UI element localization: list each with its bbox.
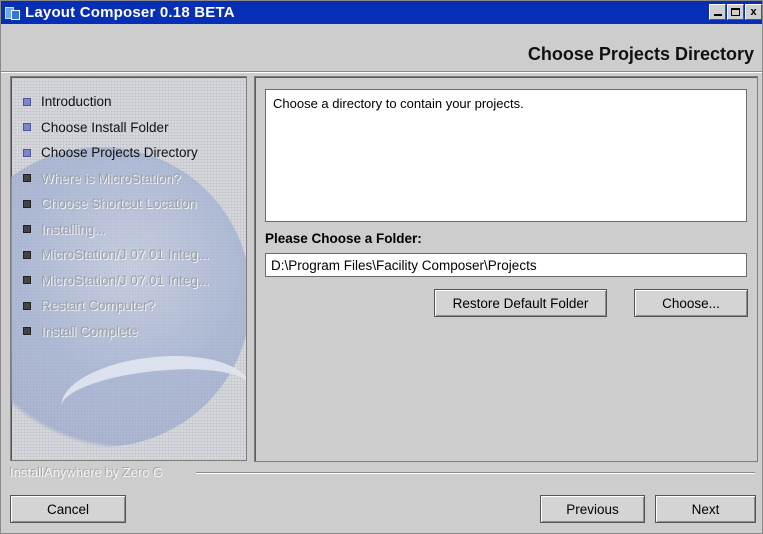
window-controls: x bbox=[709, 4, 762, 20]
step-item: Restart Computer? bbox=[23, 293, 209, 319]
step-label: Install Complete bbox=[41, 323, 138, 339]
window-title: Layout Composer 0.18 BETA bbox=[25, 4, 235, 21]
step-item: Installing... bbox=[23, 217, 209, 243]
maximize-button[interactable] bbox=[727, 4, 744, 20]
step-label: Choose Projects Directory bbox=[41, 145, 198, 161]
step-label: Installing... bbox=[41, 221, 106, 237]
previous-button[interactable]: Previous bbox=[540, 495, 645, 523]
step-bullet-icon bbox=[23, 148, 31, 157]
step-item: Choose Projects Directory bbox=[23, 140, 209, 166]
step-bullet-icon bbox=[23, 97, 31, 106]
step-label: Where is MicroStation? bbox=[41, 170, 181, 186]
step-item: MicroStation/J 07.01 Integ... bbox=[23, 268, 209, 294]
app-icon bbox=[5, 5, 21, 21]
step-label: Choose Install Folder bbox=[41, 119, 169, 135]
choose-folder-button[interactable]: Choose... bbox=[634, 289, 748, 317]
steps-sidebar: Introduction Choose Install Folder Choose … bbox=[10, 76, 247, 461]
description-text: Choose a directory to contain your proje… bbox=[273, 96, 524, 111]
close-button[interactable]: x bbox=[745, 4, 762, 20]
footer-divider bbox=[196, 472, 755, 474]
steps-list: Introduction Choose Install Folder Choose … bbox=[23, 89, 209, 344]
step-item: Install Complete bbox=[23, 319, 209, 345]
description-box: Choose a directory to contain your proje… bbox=[265, 89, 747, 222]
folder-label: Please Choose a Folder: bbox=[265, 231, 422, 246]
maximize-icon bbox=[731, 8, 740, 16]
restore-default-folder-button[interactable]: Restore Default Folder bbox=[434, 289, 607, 317]
step-bullet-icon bbox=[23, 250, 31, 259]
step-label: Introduction bbox=[41, 94, 112, 110]
step-bullet-icon bbox=[23, 301, 31, 310]
step-label: Choose Shortcut Location bbox=[41, 196, 197, 212]
main-content: Choose a directory to contain your proje… bbox=[254, 76, 758, 462]
step-item: Introduction bbox=[23, 89, 209, 115]
cancel-button[interactable]: Cancel bbox=[10, 495, 126, 523]
step-bullet-icon bbox=[23, 276, 31, 285]
step-bullet-icon bbox=[23, 225, 31, 234]
step-label: MicroStation/J 07.01 Integ... bbox=[41, 247, 210, 263]
close-icon: x bbox=[750, 5, 757, 18]
step-bullet-icon bbox=[23, 327, 31, 336]
header-divider bbox=[1, 71, 762, 73]
step-bullet-icon bbox=[23, 123, 31, 132]
step-item: MicroStation/J 07.01 Integ... bbox=[23, 242, 209, 268]
step-label: Restart Computer? bbox=[41, 298, 156, 314]
folder-path-input[interactable] bbox=[265, 253, 747, 277]
installer-window: Layout Composer 0.18 BETA x Choose Proje… bbox=[0, 0, 763, 534]
step-item: Choose Install Folder bbox=[23, 115, 209, 141]
step-bullet-icon bbox=[23, 199, 31, 208]
title-bar[interactable]: Layout Composer 0.18 BETA x bbox=[1, 1, 762, 24]
step-item: Where is MicroStation? bbox=[23, 166, 209, 192]
page-title: Choose Projects Directory bbox=[527, 44, 754, 64]
minimize-button[interactable] bbox=[709, 4, 726, 20]
next-button[interactable]: Next bbox=[655, 495, 756, 523]
step-label: MicroStation/J 07.01 Integ... bbox=[41, 272, 210, 288]
step-item: Choose Shortcut Location bbox=[23, 191, 209, 217]
step-bullet-icon bbox=[23, 174, 31, 183]
minimize-icon bbox=[713, 14, 722, 16]
installer-brand: InstallAnywhere by Zero G bbox=[10, 465, 164, 480]
